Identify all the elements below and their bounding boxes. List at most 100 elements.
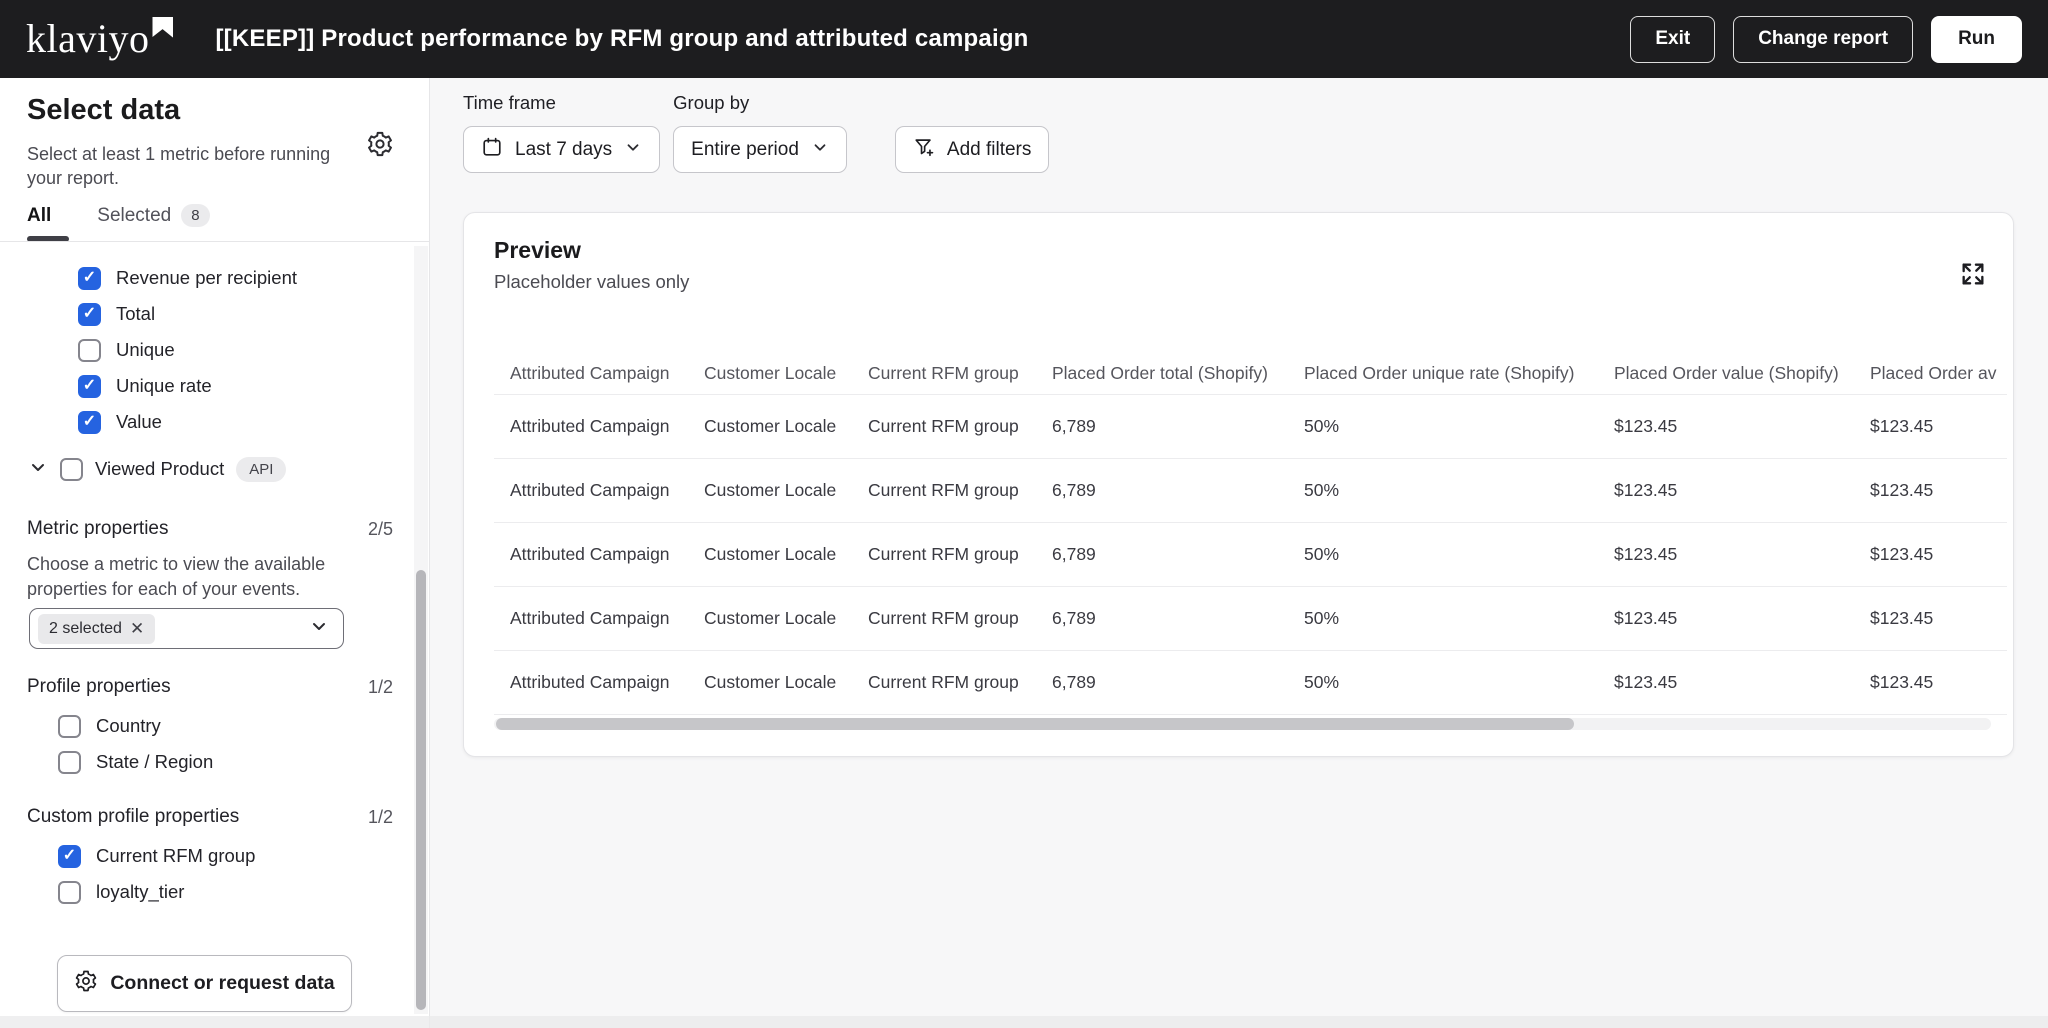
table-cell: Current RFM group — [852, 608, 1036, 629]
profile-properties-list: Country State / Region — [0, 708, 400, 780]
list-item[interactable]: Country — [0, 708, 400, 744]
checkbox-value[interactable] — [78, 411, 101, 434]
sidebar-title: Select data — [27, 94, 180, 127]
list-item[interactable]: State / Region — [0, 744, 400, 780]
column-header: Placed Order value (Shopify) — [1598, 363, 1854, 384]
list-item-label: Viewed Product — [95, 458, 224, 480]
table-cell: Customer Locale — [688, 608, 852, 629]
table-cell: 50% — [1288, 416, 1598, 437]
table-cell: 6,789 — [1036, 608, 1288, 629]
remove-chip-icon[interactable]: ✕ — [130, 620, 144, 637]
calendar-icon — [481, 136, 503, 164]
tab-all[interactable]: All — [27, 205, 51, 227]
checkbox-loyalty-tier[interactable] — [58, 881, 81, 904]
table-horizontal-scrollbar-track[interactable] — [494, 718, 1991, 730]
table-cell: Attributed Campaign — [494, 608, 688, 629]
metric-properties-select[interactable]: 2 selected ✕ — [29, 608, 344, 649]
klaviyo-wordmark: klaviyo — [26, 19, 149, 59]
metric-children-list: Revenue per recipient Total Unique Uniqu… — [0, 260, 400, 440]
filter-plus-icon — [913, 136, 935, 164]
table-cell: Customer Locale — [688, 544, 852, 565]
report-title: [[KEEP]] Product performance by RFM grou… — [215, 25, 1028, 53]
table-cell: 6,789 — [1036, 544, 1288, 565]
table-cell: Attributed Campaign — [494, 416, 688, 437]
api-badge: API — [236, 457, 286, 482]
section-title: Metric properties — [27, 518, 169, 540]
checkbox-unique[interactable] — [78, 339, 101, 362]
preview-title: Preview — [494, 237, 581, 264]
list-item[interactable]: Unique — [0, 332, 400, 368]
preview-table: Attributed Campaign Customer Locale Curr… — [494, 353, 2007, 715]
top-bar: klaviyo [[KEEP]] Product performance by … — [0, 0, 2048, 78]
list-item[interactable]: Revenue per recipient — [0, 260, 400, 296]
table-cell: Current RFM group — [852, 416, 1036, 437]
list-item-label: State / Region — [96, 751, 213, 773]
viewed-product-row[interactable]: Viewed Product API — [0, 450, 400, 488]
add-filters-button[interactable]: Add filters — [895, 126, 1049, 173]
list-item[interactable]: Unique rate — [0, 368, 400, 404]
checkbox-total[interactable] — [78, 303, 101, 326]
list-item[interactable]: Total — [0, 296, 400, 332]
chevron-down-icon — [309, 616, 329, 641]
table-cell: Attributed Campaign — [494, 672, 688, 693]
gear-icon — [366, 130, 394, 161]
table-cell: $123.45 — [1598, 416, 1854, 437]
chevron-down-icon[interactable] — [28, 457, 48, 482]
time-frame-label: Time frame — [463, 92, 660, 114]
gear-icon — [74, 969, 98, 999]
group-by-dropdown[interactable]: Entire period — [673, 126, 847, 173]
expand-preview-button[interactable] — [1957, 259, 1989, 291]
selected-count-badge: 8 — [181, 204, 209, 227]
preview-card: Preview Placeholder values only Attribut… — [463, 212, 2014, 757]
checkbox-state-region[interactable] — [58, 751, 81, 774]
table-cell: Current RFM group — [852, 544, 1036, 565]
table-header-row: Attributed Campaign Customer Locale Curr… — [494, 353, 2007, 395]
section-title: Custom profile properties — [27, 806, 239, 828]
time-frame-value: Last 7 days — [515, 139, 612, 161]
list-item[interactable]: Value — [0, 404, 400, 440]
table-cell: $123.45 — [1598, 544, 1854, 565]
add-filters-label: Add filters — [947, 139, 1031, 161]
table-cell: 6,789 — [1036, 672, 1288, 693]
list-item-label: Value — [116, 411, 162, 433]
table-cell: Customer Locale — [688, 480, 852, 501]
metric-properties-header: Metric properties 2/5 — [27, 518, 393, 540]
list-item-label: Total — [116, 303, 155, 325]
table-cell: 50% — [1288, 608, 1598, 629]
table-cell: $123.45 — [1598, 480, 1854, 501]
checkbox-unique-rate[interactable] — [78, 375, 101, 398]
tab-selected-label: Selected — [97, 205, 171, 227]
change-report-button[interactable]: Change report — [1733, 16, 1913, 63]
sidebar-subtitle: Select at least 1 metric before running … — [27, 142, 362, 190]
exit-button[interactable]: Exit — [1630, 16, 1715, 63]
table-cell: $123.45 — [1598, 608, 1854, 629]
time-frame-dropdown[interactable]: Last 7 days — [463, 126, 660, 173]
checkbox-revenue-per-recipient[interactable] — [78, 267, 101, 290]
preview-subtitle: Placeholder values only — [494, 271, 689, 293]
checkbox-country[interactable] — [58, 715, 81, 738]
column-header: Attributed Campaign — [494, 363, 688, 384]
chevron-down-icon — [811, 138, 829, 162]
table-cell: 50% — [1288, 544, 1598, 565]
tabs-divider — [0, 241, 429, 242]
table-cell: $123.45 — [1854, 416, 2007, 437]
group-by-label: Group by — [673, 92, 847, 114]
table-cell: Attributed Campaign — [494, 544, 688, 565]
klaviyo-logo: klaviyo — [26, 19, 173, 59]
list-item[interactable]: loyalty_tier — [0, 874, 400, 910]
run-button[interactable]: Run — [1931, 16, 2022, 63]
checkbox-current-rfm-group[interactable] — [58, 845, 81, 868]
tab-selected[interactable]: Selected 8 — [97, 204, 209, 227]
table-horizontal-scrollbar-thumb[interactable] — [496, 718, 1574, 730]
connect-or-request-data-button[interactable]: Connect or request data — [57, 955, 352, 1012]
column-header: Customer Locale — [688, 363, 852, 384]
sidebar-scrollbar-thumb[interactable] — [416, 570, 426, 1010]
list-item[interactable]: Current RFM group — [0, 838, 400, 874]
section-count: 1/2 — [368, 677, 393, 698]
checkbox-viewed-product[interactable] — [60, 458, 83, 481]
sidebar-settings-button[interactable] — [365, 130, 395, 160]
table-row: Attributed Campaign Customer Locale Curr… — [494, 395, 2007, 459]
table-row: Attributed Campaign Customer Locale Curr… — [494, 587, 2007, 651]
table-cell: 50% — [1288, 672, 1598, 693]
table-cell: Current RFM group — [852, 480, 1036, 501]
